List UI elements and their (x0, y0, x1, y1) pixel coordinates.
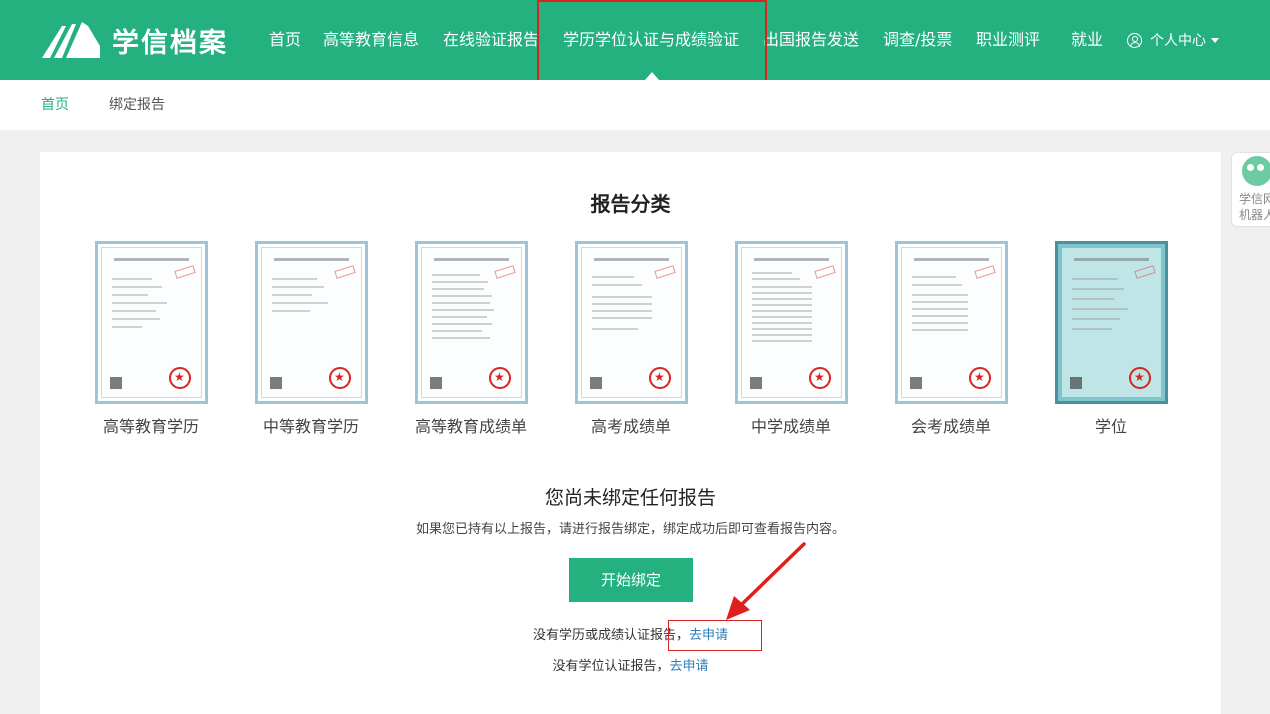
start-binding-button[interactable]: 开始绑定 (569, 558, 693, 602)
user-center-dropdown[interactable]: 个人中心 (1127, 0, 1219, 80)
report-thumbnail (255, 241, 368, 404)
top-navbar: 学信档案 首页 高等教育信息 在线验证报告 学历学位认证与成绩验证 出国报告发送… (0, 0, 1270, 80)
site-logo[interactable]: 学信档案 (40, 20, 228, 60)
report-thumbnail (415, 241, 528, 404)
empty-state-description: 如果您已持有以上报告，请进行报告绑定，绑定成功后即可查看报告内容。 (415, 522, 845, 537)
annotation-arrow-icon (726, 542, 806, 620)
breadcrumb-current: 绑定报告 (109, 97, 165, 113)
logo-icon (42, 22, 100, 58)
report-thumbnail (895, 241, 1008, 404)
breadcrumb: 首页 绑定报告 (0, 80, 1270, 130)
report-label: 学位 (1094, 417, 1127, 436)
nav-survey-vote[interactable]: 调查/投票 (883, 0, 952, 80)
report-label: 高考成绩单 (590, 417, 671, 436)
robot-icon (1242, 156, 1270, 186)
apply-degree-report-line: 没有学位认证报告，去申请 (40, 655, 1221, 674)
nav-overseas-report-sending[interactable]: 出国报告发送 (763, 0, 859, 80)
report-thumbnail (1055, 241, 1168, 404)
report-label: 高等教育学历 (102, 417, 199, 436)
chevron-down-icon (1211, 37, 1219, 43)
active-nav-indicator (645, 72, 659, 80)
nav-employment[interactable]: 就业 (1071, 0, 1103, 80)
robot-label: 学信网 机器人 (1239, 192, 1270, 222)
apply-education-report-link[interactable]: 去申请 (689, 628, 728, 643)
nav-higher-education-info[interactable]: 高等教育信息 (323, 0, 419, 80)
breadcrumb-home[interactable]: 首页 (41, 80, 69, 130)
apply-education-report-line: 没有学历或成绩认证报告，去申请 (40, 624, 1221, 643)
user-center-label: 个人中心 (1150, 33, 1206, 49)
logo-text: 学信档案 (112, 27, 228, 59)
nav-degree-certification[interactable]: 学历学位认证与成绩验证 (563, 0, 739, 80)
empty-state-title: 您尚未绑定任何报告 (544, 487, 716, 509)
report-label: 高等教育成绩单 (414, 417, 527, 436)
report-panel: 报告分类 高等教育学历 中等教育学历 (40, 152, 1221, 714)
report-label: 中等教育学历 (262, 417, 359, 436)
report-thumbnail (95, 241, 208, 404)
assistant-robot-widget[interactable]: 学信网 机器人 (1231, 152, 1270, 227)
apply-education-report-text: 没有学历或成绩认证报告， (532, 628, 689, 643)
nav-career-assessment[interactable]: 职业测评 (976, 0, 1040, 80)
page-title: 报告分类 (590, 192, 671, 216)
report-thumbnail (735, 241, 848, 404)
user-icon (1127, 32, 1142, 48)
apply-degree-report-link[interactable]: 去申请 (670, 659, 709, 674)
report-thumbnail (575, 241, 688, 404)
nav-online-verification-report[interactable]: 在线验证报告 (443, 0, 539, 80)
apply-degree-report-text: 没有学位认证报告， (552, 659, 670, 674)
nav-home[interactable]: 首页 (269, 0, 301, 80)
report-label: 中学成绩单 (750, 417, 831, 436)
report-label: 会考成绩单 (910, 417, 991, 436)
